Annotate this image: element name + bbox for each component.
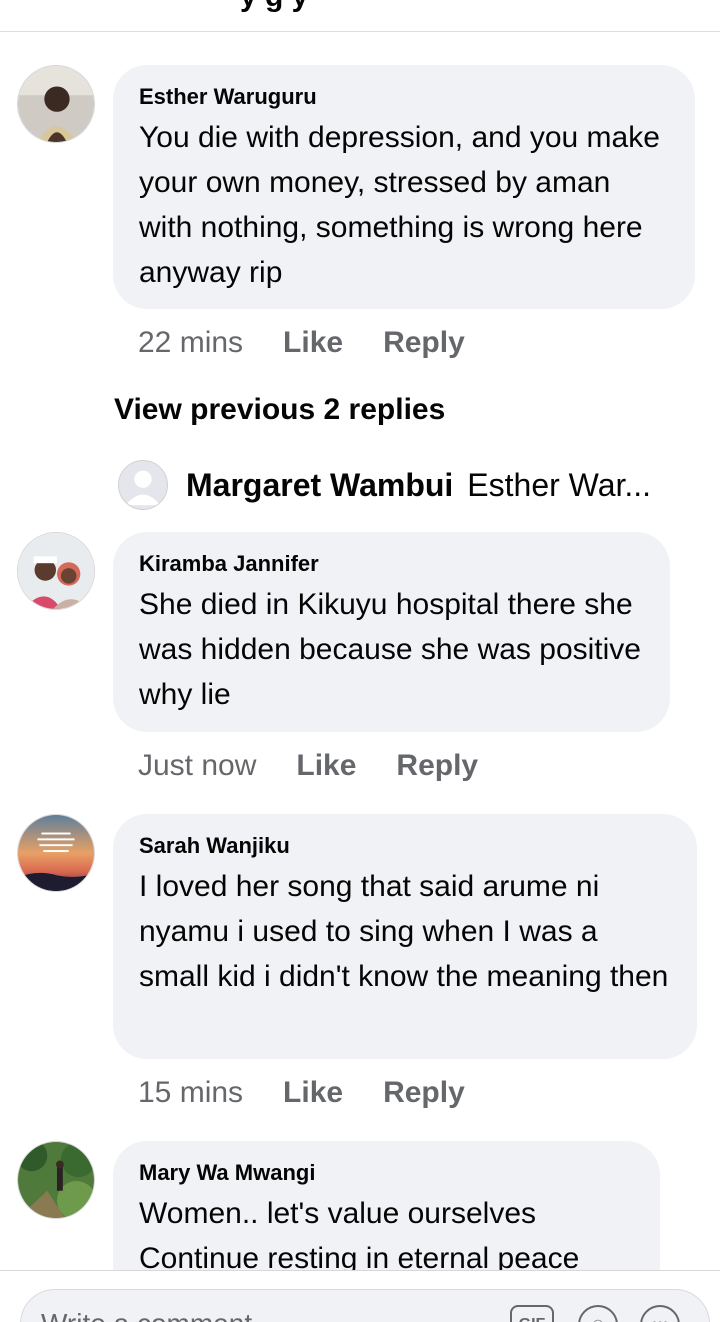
reply-snippet: Esther War... [467, 466, 652, 503]
comment-bubble: Esther Waruguru You die with depression,… [113, 65, 695, 309]
avatar[interactable] [17, 532, 95, 610]
comment-bubble: Sarah Wanjiku I loved her song that said… [113, 814, 697, 1059]
comment-author[interactable]: Mary Wa Mwangi [139, 1157, 634, 1189]
comment-text: She died in Kikuyu hospital there she wa… [139, 588, 641, 711]
reply-author: Margaret Wambui [186, 466, 454, 503]
comment-author[interactable]: Kiramba Jannifer [139, 548, 644, 580]
comment-timestamp[interactable]: Just now [138, 749, 256, 783]
comment-text: You die with depression, and you make yo… [139, 121, 660, 289]
reply-button[interactable]: Reply [383, 1076, 465, 1110]
comment-actions: 15 mins Like Reply [138, 1076, 465, 1110]
comment-timestamp[interactable]: 22 mins [138, 326, 243, 360]
avatar[interactable] [17, 65, 95, 143]
avatar-photo-sarah [18, 815, 94, 891]
reply-button[interactable]: Reply [396, 749, 478, 783]
reply-button[interactable]: Reply [383, 326, 465, 360]
view-previous-replies-link[interactable]: View previous 2 replies [114, 393, 445, 427]
default-avatar-icon [118, 460, 168, 510]
avatar-photo-esther [18, 66, 94, 142]
like-button[interactable]: Like [283, 326, 343, 360]
comment-text: Women.. let's value ourselves Continue r… [139, 1197, 580, 1275]
avatar[interactable] [17, 814, 95, 892]
comment-text: I loved her song that said arume ni nyam… [139, 870, 669, 993]
comment-actions: Just now Like Reply [138, 749, 478, 783]
comment-timestamp[interactable]: 15 mins [138, 1076, 243, 1110]
avatar[interactable] [17, 1141, 95, 1219]
reply-preview[interactable]: Margaret Wambui Esther War... [118, 460, 678, 510]
avatar-photo-kiramba [18, 533, 94, 609]
comment-actions: 22 mins Like Reply [138, 326, 465, 360]
avatar-photo-mary [18, 1142, 94, 1218]
header-title-fragment: y g y [240, 0, 308, 14]
like-button[interactable]: Like [283, 1076, 343, 1110]
comment-bubble: Kiramba Jannifer She died in Kikuyu hosp… [113, 532, 670, 732]
like-button[interactable]: Like [296, 749, 356, 783]
comments-screen: y g y Esther Waruguru You die with depre… [0, 0, 720, 1322]
comment-composer: GIF ☺ ••• [0, 1270, 720, 1322]
comment-author[interactable]: Esther Waruguru [139, 81, 669, 113]
top-header: y g y [0, 0, 720, 32]
gif-icon[interactable]: GIF [510, 1305, 554, 1322]
comment-author[interactable]: Sarah Wanjiku [139, 830, 671, 862]
